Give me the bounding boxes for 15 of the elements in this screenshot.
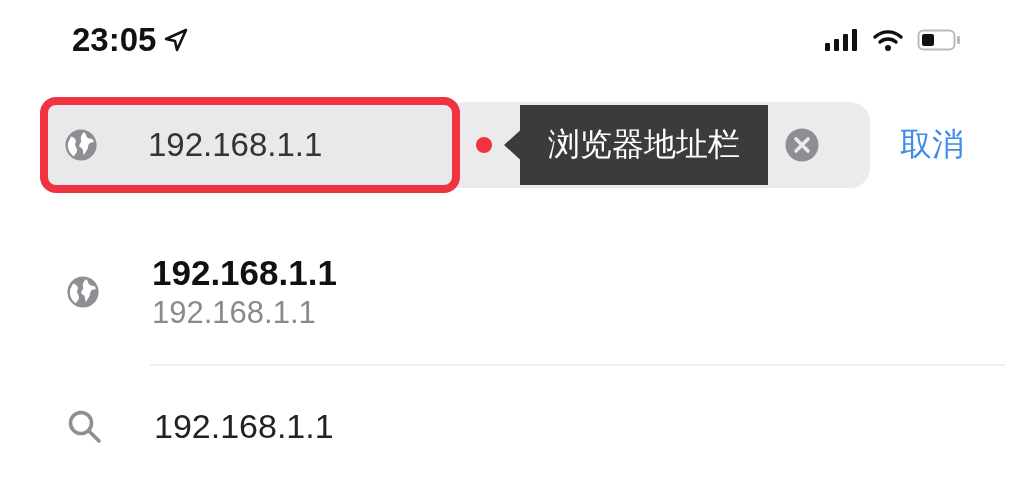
address-text[interactable]: 192.168.1.1 (148, 126, 323, 164)
callout-tooltip: 浏览器地址栏 (504, 105, 768, 185)
globe-icon (64, 128, 98, 162)
search-icon (66, 408, 102, 444)
location-arrow-icon (164, 28, 189, 52)
marker-dot (476, 137, 492, 153)
suggestion-title[interactable]: 192.168.1.1 (152, 253, 337, 293)
search-suggestion[interactable]: 192.168.1.1 (154, 406, 334, 446)
globe-icon (66, 275, 100, 309)
suggestion-url: 192.168.1.1 (152, 295, 317, 331)
wifi-icon (873, 29, 903, 51)
status-time: 23:05 (72, 21, 157, 59)
clear-icon[interactable] (784, 127, 820, 163)
signal-icon (825, 29, 859, 51)
battery-icon (917, 29, 961, 51)
